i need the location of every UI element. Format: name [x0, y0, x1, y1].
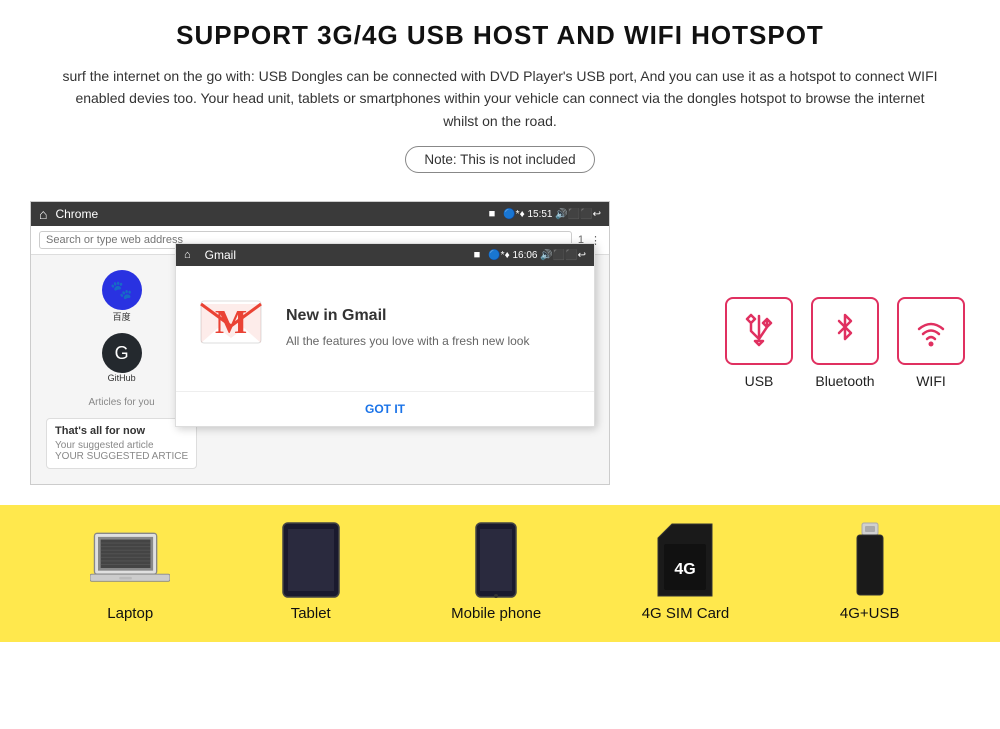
articles-label: Articles for you [89, 397, 155, 408]
description-text: surf the internet on the go with: USB Do… [60, 65, 940, 132]
github-icon-wrapper: G GitHub [102, 333, 142, 383]
wifi-box [897, 297, 965, 365]
github-label: GitHub [102, 373, 142, 383]
connectivity-icons: USB Bluetooth [720, 297, 970, 389]
gmail-home-icon: ⌂ [184, 249, 191, 261]
github-icon[interactable]: G [102, 333, 142, 373]
sim-svg: 4G [656, 522, 714, 598]
gmail-body: All the features you love with a fresh n… [286, 333, 529, 350]
tablet-item: Tablet [271, 525, 351, 622]
chrome-status-bar: ⌂ Chrome ■ 🔵*♦ 15:51 🔊⬛⬛↩ [31, 202, 609, 226]
wifi-label: WIFI [916, 373, 946, 389]
phone-svg [474, 521, 518, 599]
baidu-label: 百度 [102, 310, 142, 323]
svg-text:M: M [215, 304, 247, 341]
gmail-overlay: ⌂ Gmail ■ 🔵*♦ 16:06 🔊⬛⬛↩ M New in Gmail [175, 243, 595, 427]
baidu-icon-wrapper: 🐾 百度 [102, 270, 142, 323]
gmail-got-it-button[interactable]: GOT IT [176, 391, 594, 426]
usb-label: USB [745, 373, 774, 389]
svg-text:4G: 4G [675, 561, 696, 578]
gmail-title: New in Gmail [286, 307, 529, 325]
gmail-logo-svg: M [196, 286, 266, 356]
note-box: Note: This is not included [405, 146, 594, 173]
4g-usb-icon [830, 525, 910, 595]
tablet-svg [281, 521, 341, 599]
conn-icons-row: USB Bluetooth [725, 297, 965, 389]
chrome-status-icons: 🔵*♦ 15:51 🔊⬛⬛↩ [503, 209, 601, 220]
tablet-icon [271, 525, 351, 595]
sim-card-item: 4G 4G SIM Card [642, 525, 730, 622]
usb-box [725, 297, 793, 365]
gmail-status-bar: ⌂ Gmail ■ 🔵*♦ 16:06 🔊⬛⬛↩ [176, 244, 594, 266]
gmail-m-logo: M [196, 286, 266, 371]
page-title: SUPPORT 3G/4G USB HOST AND WIFI HOTSPOT [60, 20, 940, 51]
gmail-stop-btn: ■ [474, 249, 481, 261]
screenshot-wrapper: ⌂ Chrome ■ 🔵*♦ 15:51 🔊⬛⬛↩ 1 ⋮ 🐾 百度 G [30, 201, 690, 485]
usb-icon [739, 311, 779, 351]
chrome-stop-btn: ■ [489, 208, 496, 220]
bluetooth-label: Bluetooth [815, 373, 874, 389]
usb-item: USB [725, 297, 793, 389]
bottom-section: Laptop Tablet Mobile phone [0, 505, 1000, 642]
4g-usb-label: 4G+USB [840, 605, 900, 622]
suggestion-body: Your suggested articleYOUR SUGGESTED ART… [55, 440, 188, 462]
wifi-icon [911, 311, 951, 351]
laptop-label: Laptop [107, 605, 153, 622]
laptop-svg [90, 525, 170, 595]
suggestion-title: That's all for now [55, 425, 188, 437]
gmail-content: M New in Gmail All the features you love… [176, 266, 594, 391]
bluetooth-item: Bluetooth [811, 297, 879, 389]
usb-drive-svg [853, 521, 887, 599]
wifi-item: WIFI [897, 297, 965, 389]
top-section: SUPPORT 3G/4G USB HOST AND WIFI HOTSPOT … [0, 0, 1000, 201]
sim-card-label: 4G SIM Card [642, 605, 730, 622]
baidu-icon[interactable]: 🐾 [102, 270, 142, 310]
laptop-icon [90, 525, 170, 595]
gmail-text-area: New in Gmail All the features you love w… [286, 307, 529, 350]
middle-section: ⌂ Chrome ■ 🔵*♦ 15:51 🔊⬛⬛↩ 1 ⋮ 🐾 百度 G [0, 201, 1000, 505]
mobile-phone-icon [456, 525, 536, 595]
mobile-phone-item: Mobile phone [451, 525, 541, 622]
mobile-phone-label: Mobile phone [451, 605, 541, 622]
tablet-label: Tablet [291, 605, 331, 622]
laptop-item: Laptop [90, 525, 170, 622]
sim-card-icon: 4G [645, 525, 725, 595]
gmail-app-name: Gmail [205, 248, 466, 262]
bluetooth-box [811, 297, 879, 365]
4g-usb-item: 4G+USB [830, 525, 910, 622]
home-icon: ⌂ [39, 206, 47, 222]
gmail-status-icons: 🔵*♦ 16:06 🔊⬛⬛↩ [488, 250, 586, 261]
chrome-app-name: Chrome [55, 207, 480, 221]
bluetooth-icon [825, 311, 865, 351]
